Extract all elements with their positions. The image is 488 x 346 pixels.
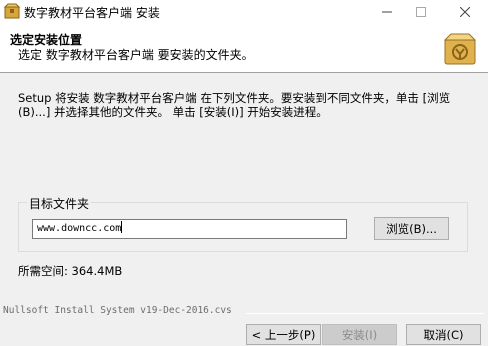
installer-box-icon (443, 32, 477, 66)
title-bar: 数字教材平台客户端 安装 (0, 0, 488, 23)
space-required: 所需空间: 364.4MB (18, 264, 123, 278)
maximize-icon[interactable] (404, 0, 438, 23)
minimize-icon[interactable] (370, 0, 404, 23)
nsis-brand: Nullsoft Install System v19-Dec-2016.cvs (3, 305, 232, 316)
install-description: Setup 将安装 数字教材平台客户端 在下列文件夹。要安装到不同文件夹，单击 … (18, 91, 451, 119)
window-title: 数字教材平台客户端 安装 (24, 6, 160, 20)
destination-path-value: www.downcc.com (37, 223, 122, 234)
page-subtitle: 选定 数字教材平台客户端 要安装的文件夹。 (18, 48, 254, 62)
page-header: 选定安装位置 选定 数字教材平台客户端 要安装的文件夹。 (0, 23, 488, 73)
browse-button[interactable]: 浏览(B)... (374, 217, 449, 240)
cancel-button[interactable]: 取消(C) (406, 324, 481, 345)
destination-path-input[interactable]: www.downcc.com (32, 219, 347, 239)
destination-folder-label: 目标文件夹 (27, 195, 92, 212)
install-button[interactable]: 安装(I) (322, 324, 397, 345)
text-caret (121, 221, 123, 233)
footer-divider (246, 313, 484, 314)
back-button[interactable]: < 上一步(P) (246, 324, 321, 345)
destination-folder-group: 目标文件夹 www.downcc.com 浏览(B)... (18, 195, 468, 252)
app-icon (3, 3, 21, 19)
close-icon[interactable] (448, 0, 482, 23)
